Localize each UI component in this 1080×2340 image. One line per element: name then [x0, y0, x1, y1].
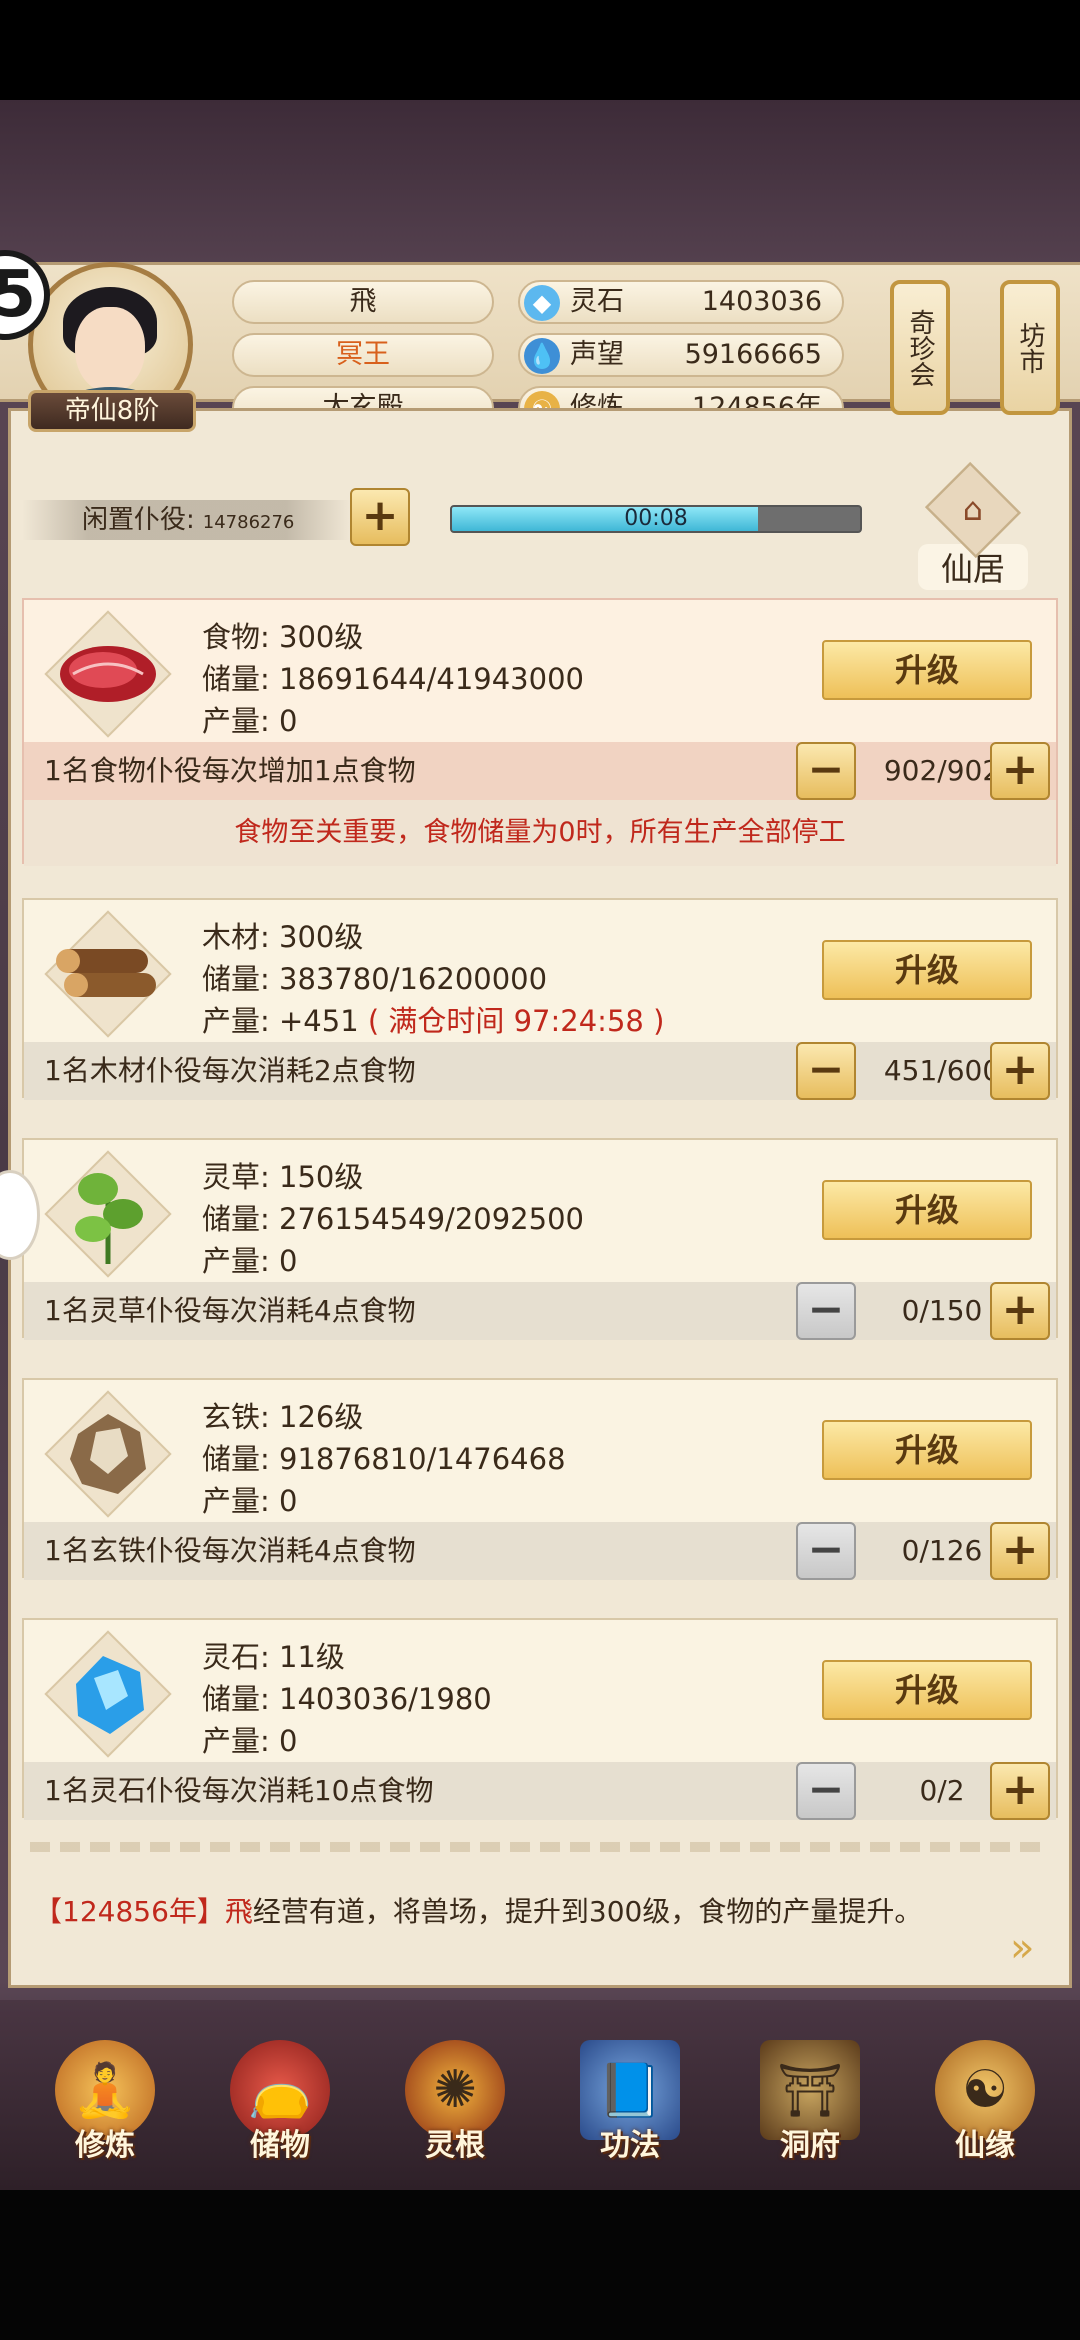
remove-servant-button[interactable]: − — [796, 742, 856, 800]
card-storage: 储量: 276154549/2092500 — [202, 1202, 584, 1236]
nav-cultivate[interactable]: 🧘 修炼 — [30, 2040, 180, 2190]
servant-desc: 1名玄铁仆役每次消耗4点食物 — [44, 1534, 416, 1567]
card-storage: 储量: 91876810/1476468 — [202, 1442, 566, 1476]
log-message: 经营有道，将兽场，提升到300级，食物的产量提升。 — [252, 1895, 923, 1928]
card-output: 产量: 0 — [202, 1484, 298, 1518]
resource-label: 声望 — [570, 339, 624, 370]
add-servant-button[interactable]: + — [990, 1042, 1050, 1100]
meat-icon — [44, 610, 172, 738]
iron-ore-icon — [44, 1390, 172, 1518]
full-time: ( 满仓时间 97:24:58 ) — [367, 1004, 665, 1038]
servant-desc: 1名木材仆役每次消耗2点食物 — [44, 1054, 416, 1087]
resource-card-herb: 灵草: 150级 储量: 276154549/2092500 产量: 0 升级 … — [22, 1138, 1058, 1340]
resource-reputation: 💧 声望 59166665 — [518, 333, 844, 377]
card-storage: 储量: 18691644/41943000 — [202, 662, 584, 696]
resource-spirit-stone: ◆ 灵石 1403036 — [518, 280, 844, 324]
treasure-market-button[interactable]: 奇珍会 — [890, 280, 950, 415]
divider — [30, 1842, 1050, 1852]
add-servant-button[interactable]: + — [990, 1762, 1050, 1820]
remove-servant-button[interactable]: − — [796, 1282, 856, 1340]
resource-card-food: 食物: 300级 储量: 18691644/41943000 产量: 0 升级 … — [22, 598, 1058, 866]
card-output: 产量: 0 — [202, 704, 298, 738]
card-level: 食物: 300级 — [202, 620, 364, 654]
nav-storage[interactable]: 👝 储物 — [205, 2040, 355, 2190]
card-level: 灵草: 150级 — [202, 1160, 364, 1194]
food-warning: 食物至关重要，食物储量为0时，所有生产全部停工 — [24, 800, 1056, 866]
card-storage: 储量: 1403036/1980 — [202, 1682, 492, 1716]
card-footer: 1名灵草仆役每次消耗4点食物 − 0/150 + — [24, 1282, 1056, 1340]
nav-label: 灵根 — [425, 2128, 485, 2163]
upgrade-button[interactable]: 升级 — [822, 640, 1032, 700]
spirit-crystal-icon — [44, 1630, 172, 1758]
servant-desc: 1名灵草仆役每次消耗4点食物 — [44, 1294, 416, 1327]
nav-fortune[interactable]: ☯ 仙缘 — [910, 2040, 1060, 2190]
herb-icon — [44, 1150, 172, 1278]
player-title: 冥王 — [232, 333, 494, 377]
card-footer: 1名玄铁仆役每次消耗4点食物 − 0/126 + — [24, 1522, 1056, 1580]
card-output: 产量: 0 — [202, 1244, 298, 1278]
upgrade-button[interactable]: 升级 — [822, 1180, 1032, 1240]
realm-badge: 帝仙8阶 — [28, 390, 196, 432]
nav-label: 功法 — [600, 2128, 660, 2163]
nav-spirit-root[interactable]: ✺ 灵根 — [380, 2040, 530, 2190]
log-name: 飛 — [224, 1895, 253, 1928]
idle-label-text: 闲置仆役: — [82, 505, 195, 535]
event-log: 【124856年】飛经营有道，将兽场，提升到300级，食物的产量提升。 — [34, 1890, 922, 1930]
upgrade-button[interactable]: 升级 — [822, 1420, 1032, 1480]
nav-cave-mansion[interactable]: ⛩ 洞府 — [735, 2040, 885, 2190]
card-footer: 1名灵石仆役每次消耗10点食物 − 0/2 + — [24, 1762, 1056, 1820]
player-name: 飛 — [232, 280, 494, 324]
bottom-bar — [0, 2190, 1080, 2340]
add-servant-button[interactable]: + — [990, 1522, 1050, 1580]
add-servant-button[interactable]: + — [990, 1282, 1050, 1340]
nav-label: 储物 — [250, 2128, 310, 2163]
idle-servants: 闲置仆役: 14786276 — [22, 500, 352, 540]
production-timer-bar: 00:08 — [450, 505, 862, 533]
timer-text: 00:08 — [624, 506, 688, 531]
card-storage: 储量: 383780/16200000 — [202, 962, 548, 996]
card-level: 玄铁: 126级 — [202, 1400, 364, 1434]
resource-label: 灵石 — [570, 286, 624, 317]
servant-desc: 1名食物仆役每次增加1点食物 — [44, 754, 416, 787]
card-output: 产量: +451 ( 满仓时间 97:24:58 ) — [202, 998, 664, 1040]
resource-value: 59166665 — [684, 339, 822, 370]
upgrade-button[interactable]: 升级 — [822, 1660, 1032, 1720]
remove-servant-button[interactable]: − — [796, 1762, 856, 1820]
market-button[interactable]: 坊市 — [1000, 280, 1060, 415]
resource-value: 1403036 — [701, 286, 822, 317]
avatar-face — [75, 307, 145, 393]
resource-card-spirit-stone: 灵石: 11级 储量: 1403036/1980 产量: 0 升级 1名灵石仆役… — [22, 1618, 1058, 1820]
nav-label: 洞府 — [780, 2128, 840, 2163]
spirit-stone-icon: ◆ — [524, 285, 560, 321]
card-level: 木材: 300级 — [202, 920, 364, 954]
card-level: 灵石: 11级 — [202, 1640, 345, 1674]
resource-card-wood: 木材: 300级 储量: 383780/16200000 产量: +451 ( … — [22, 898, 1058, 1100]
add-servant-button[interactable]: + — [990, 742, 1050, 800]
card-footer: 1名食物仆役每次增加1点食物 − 902/902 + — [24, 742, 1056, 800]
upgrade-button[interactable]: 升级 — [822, 940, 1032, 1000]
card-output: 产量: 0 — [202, 1724, 298, 1758]
add-servant-button[interactable]: + — [350, 488, 410, 546]
log-year: 【124856年】 — [34, 1895, 225, 1928]
nav-label: 仙缘 — [955, 2128, 1015, 2163]
wood-icon — [44, 910, 172, 1038]
xianju-button[interactable]: ⌂ 仙居 — [918, 461, 1028, 590]
idle-count: 14786276 — [202, 512, 295, 533]
card-footer: 1名木材仆役每次消耗2点食物 − 451/600 + — [24, 1042, 1056, 1100]
servant-desc: 1名灵石仆役每次消耗10点食物 — [44, 1774, 434, 1807]
log-next-icon[interactable]: » — [1010, 1925, 1034, 1971]
nav-technique[interactable]: 📘 功法 — [555, 2040, 705, 2190]
resource-card-iron: 玄铁: 126级 储量: 91876810/1476468 产量: 0 升级 1… — [22, 1378, 1058, 1580]
reputation-icon: 💧 — [524, 338, 560, 374]
output-value: 产量: +451 — [202, 1004, 359, 1038]
remove-servant-button[interactable]: − — [796, 1522, 856, 1580]
remove-servant-button[interactable]: − — [796, 1042, 856, 1100]
nav-label: 修炼 — [75, 2128, 135, 2163]
